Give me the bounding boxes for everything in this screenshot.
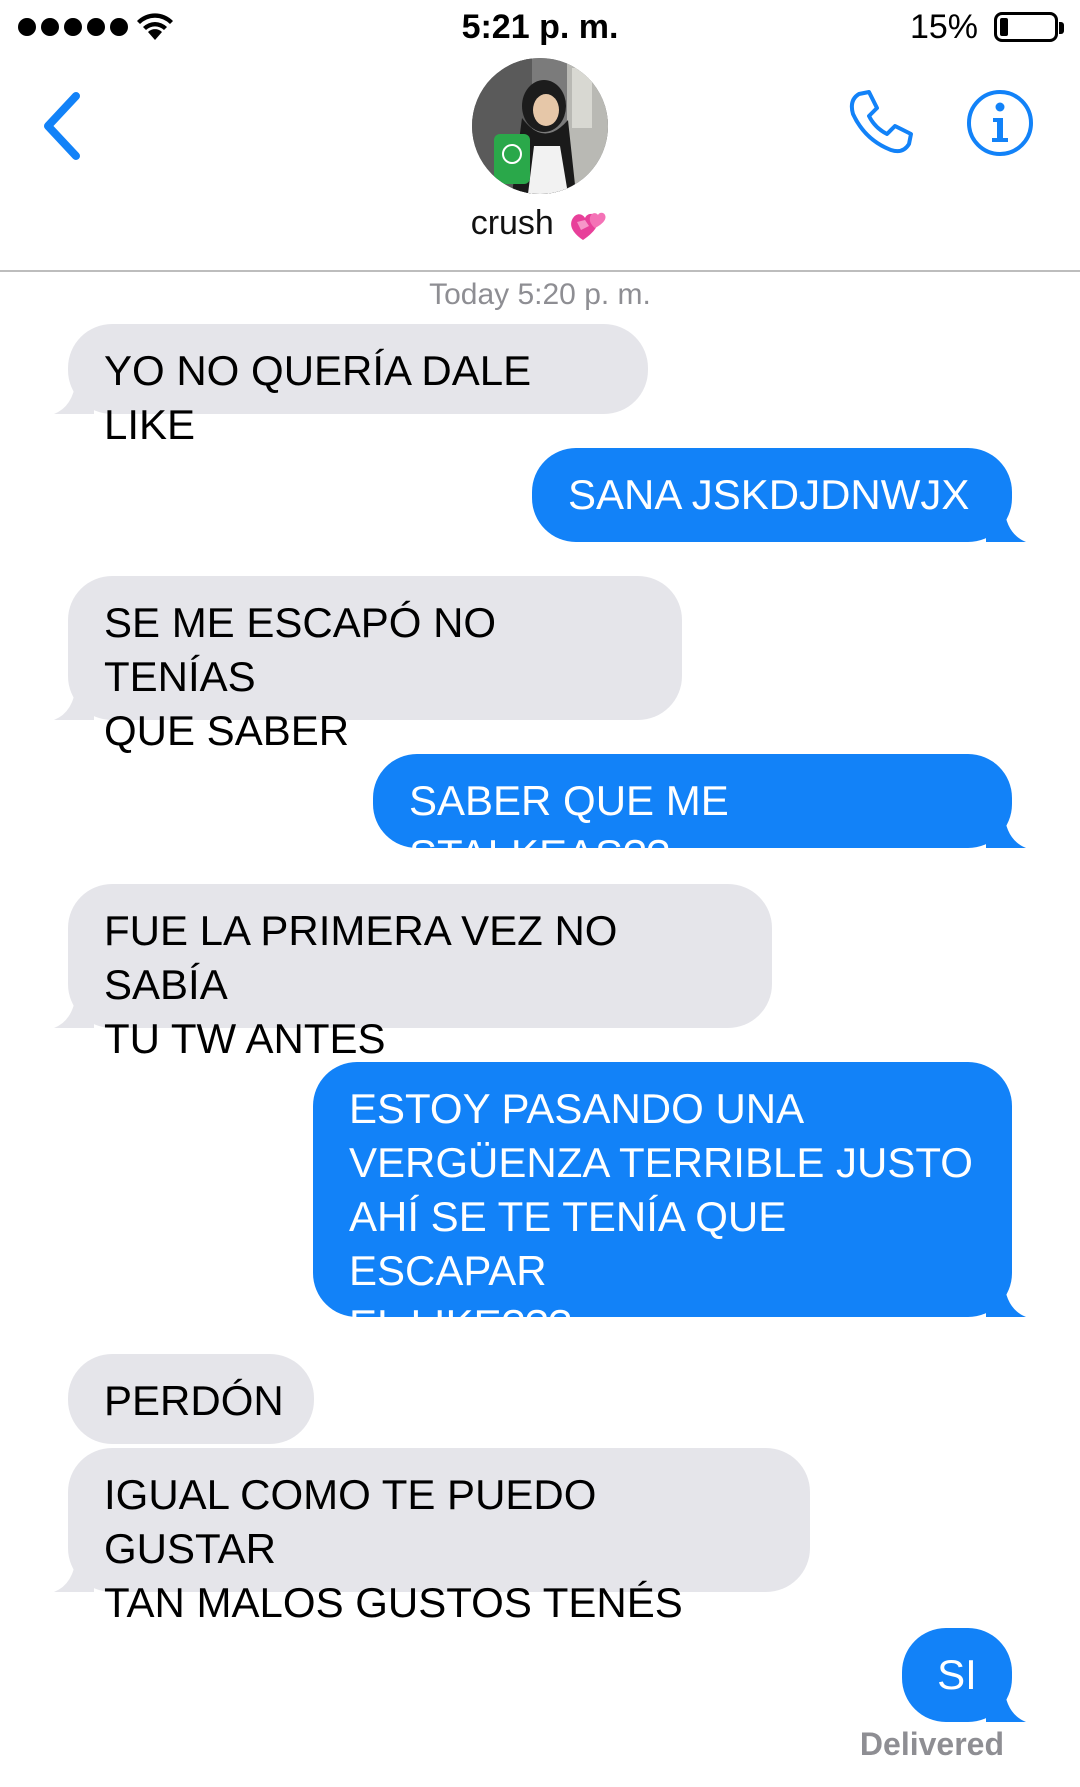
message-text: SI: [937, 1651, 977, 1698]
status-bar: 5:21 p. m. 15%: [0, 0, 1080, 58]
message-bubble-outgoing[interactable]: SABER QUE ME STALKEAS??: [373, 754, 1026, 878]
phone-icon[interactable]: [845, 88, 915, 158]
two-hearts-icon: [571, 212, 606, 241]
delivery-status: Delivered: [859, 1726, 1004, 1762]
message-bubble-incoming[interactable]: YO NO QUERÍA DALE LIKE: [54, 324, 648, 448]
back-chevron-icon[interactable]: [38, 86, 88, 166]
conversation-header: crush: [0, 58, 1080, 272]
message-text: PERDÓN: [104, 1377, 284, 1424]
message-bubble-outgoing[interactable]: SANA JSKDJDNWJX: [532, 448, 1026, 542]
message-bubble-outgoing[interactable]: ESTOY PASANDO UNA VERGÜENZA TERRIBLE JUS…: [313, 1062, 1026, 1348]
message-bubble-incoming[interactable]: SE ME ESCAPÓ NO TENÍAS QUE SABER: [54, 576, 682, 754]
message-text: SABER QUE ME STALKEAS??: [409, 777, 729, 878]
contact-avatar[interactable]: [472, 58, 608, 194]
contact-name[interactable]: crush: [0, 204, 1080, 244]
message-text: YO NO QUERÍA DALE LIKE: [104, 347, 532, 448]
battery-percent: 15%: [909, 8, 978, 46]
message-bubble-incoming[interactable]: FUE LA PRIMERA VEZ NO SABÍA TU TW ANTES: [54, 884, 772, 1062]
battery-icon: [994, 12, 1064, 42]
contact-name-text: crush: [470, 204, 554, 242]
message-bubble-outgoing[interactable]: SI: [902, 1628, 1026, 1722]
message-text: FUE LA PRIMERA VEZ NO SABÍA TU TW ANTES: [104, 907, 618, 1062]
message-text: SE ME ESCAPÓ NO TENÍAS QUE SABER: [104, 599, 497, 754]
message-bubble-incoming[interactable]: IGUAL COMO TE PUEDO GUSTAR TAN MALOS GUS…: [54, 1448, 810, 1626]
message-text: ESTOY PASANDO UNA VERGÜENZA TERRIBLE JUS…: [349, 1085, 973, 1348]
message-text: IGUAL COMO TE PUEDO GUSTAR TAN MALOS GUS…: [104, 1471, 683, 1626]
thread-timestamp: Today 5:20 p. m.: [429, 278, 651, 311]
info-icon[interactable]: [965, 88, 1035, 158]
message-text: SANA JSKDJDNWJX: [568, 471, 970, 518]
message-bubble-incoming[interactable]: PERDÓN: [68, 1354, 314, 1444]
